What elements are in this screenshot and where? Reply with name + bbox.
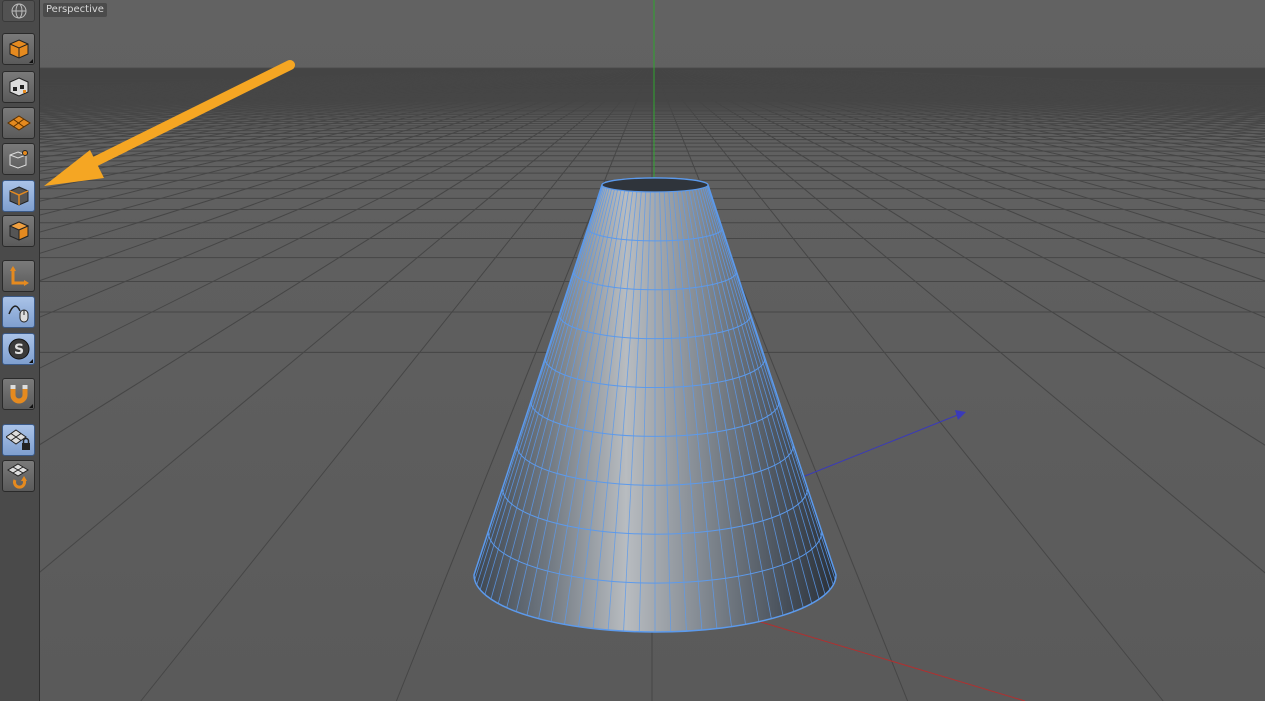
edges-mode-icon[interactable] <box>2 180 35 212</box>
3d-viewport[interactable]: Perspective <box>40 0 1265 701</box>
points-mode-icon[interactable] <box>2 143 35 175</box>
workplane-align-icon[interactable] <box>2 460 35 492</box>
left-mode-toolbar: S <box>0 0 40 701</box>
viewport-canvas[interactable] <box>40 0 1265 701</box>
model-mode-icon[interactable] <box>2 33 35 65</box>
workplane-mode-icon[interactable] <box>2 107 35 139</box>
svg-text:S: S <box>13 342 23 358</box>
workplane-lock-icon[interactable] <box>2 424 35 456</box>
solo-mode-icon[interactable]: S <box>2 333 35 365</box>
polygons-mode-icon[interactable] <box>2 215 35 247</box>
snap-magnet-icon[interactable] <box>2 378 35 410</box>
tweak-mode-icon[interactable] <box>2 296 35 328</box>
axis-mode-icon[interactable] <box>2 260 35 292</box>
texture-mode-icon[interactable] <box>2 71 35 103</box>
viewport-options-icon[interactable] <box>2 0 35 22</box>
cone-top-cap <box>601 177 709 193</box>
view-label: Perspective <box>43 3 107 17</box>
